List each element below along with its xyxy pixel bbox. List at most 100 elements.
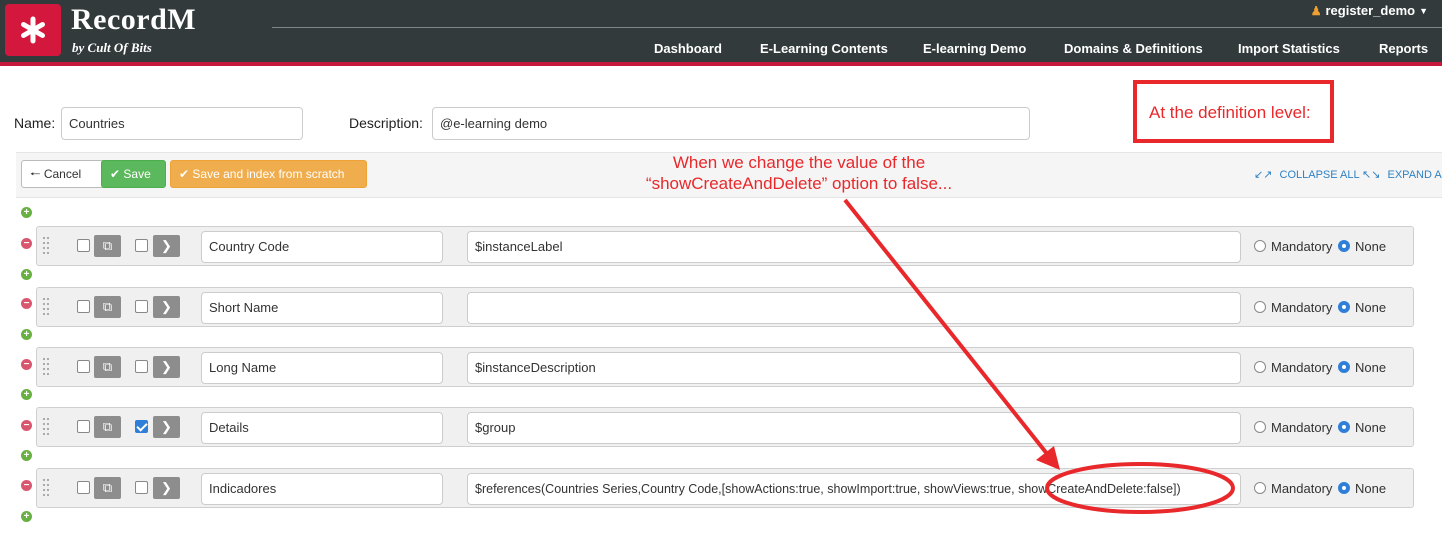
save-index-button[interactable]: ✔ Save and index from scratch [170,160,367,188]
field-row: ⧉ ❯ Short Name Mandatory None [36,287,1414,327]
none-label: None [1355,420,1387,435]
collapse-all-label: COLLAPSE ALL [1279,169,1360,181]
caret-down-icon: ▼ [1419,5,1428,16]
none-label: None [1355,239,1387,254]
none-radio[interactable] [1338,361,1350,373]
field-name-input[interactable]: Details [201,412,443,444]
mandatory-label: Mandatory [1271,420,1333,435]
row-expand-checkbox[interactable] [135,481,148,494]
cancel-button[interactable]: 🠐 Cancel [21,160,110,188]
none-radio[interactable] [1338,240,1350,252]
add-field-icon[interactable]: + [21,511,32,522]
name-label: Name: [14,115,56,131]
copy-icon[interactable]: ⧉ [94,416,121,438]
nav-reports[interactable]: Reports [1379,41,1428,56]
field-name-input[interactable]: Long Name [201,352,443,384]
none-radio[interactable] [1338,482,1350,494]
drag-handle-icon[interactable] [43,298,51,316]
none-radio[interactable] [1338,301,1350,313]
field-row: ⧉ ❯ Indicadores $references(Countries Se… [36,468,1414,508]
annotation-line-1: When we change the value of the [672,153,926,172]
field-name-input[interactable]: Short Name [201,292,443,324]
nav-import-statistics[interactable]: Import Statistics [1238,41,1340,56]
collapse-arrows-icon: ↙↗ [1254,169,1273,181]
row-checkbox[interactable] [77,481,90,494]
header-divider [272,27,1442,28]
add-field-icon[interactable]: + [21,389,32,400]
cancel-label: Cancel [43,167,82,181]
chevron-right-icon[interactable]: ❯ [153,356,180,378]
remove-field-icon[interactable]: − [21,298,32,309]
drag-handle-icon[interactable] [43,479,51,497]
field-description-input[interactable] [467,292,1241,324]
copy-icon[interactable]: ⧉ [94,356,121,378]
field-description-input[interactable]: $instanceDescription [467,352,1241,384]
description-input[interactable]: @e-learning demo [432,107,1030,140]
mandatory-radio[interactable] [1254,301,1266,313]
brand-name: RecordM [71,3,197,36]
arrow-left-icon: 🠐 [30,167,41,181]
mandatory-label: Mandatory [1271,360,1333,375]
field-name-input[interactable]: Country Code [201,231,443,263]
copy-icon[interactable]: ⧉ [94,296,121,318]
expand-arrows-icon: ↖↘ [1362,169,1381,181]
add-field-icon[interactable]: + [21,269,32,280]
description-label: Description: [349,115,423,131]
row-expand-checkbox[interactable] [135,360,148,373]
mandatory-radio[interactable] [1254,240,1266,252]
remove-field-icon[interactable]: − [21,480,32,491]
row-expand-checkbox[interactable] [135,239,148,252]
annotation-text: When we change the value of the “showCre… [604,152,994,194]
add-field-icon[interactable]: + [21,207,32,218]
remove-field-icon[interactable]: − [21,359,32,370]
copy-icon[interactable]: ⧉ [94,235,121,257]
mandatory-radio[interactable] [1254,482,1266,494]
app-header: RecordM by Cult Of Bits ♟ register_demo … [0,0,1442,66]
expand-all-link[interactable]: ↖↘ EXPAND ALL [1362,168,1442,181]
none-label: None [1355,300,1387,315]
annotation-box: At the definition level: [1133,80,1334,143]
add-field-icon[interactable]: + [21,450,32,461]
user-menu[interactable]: ♟ register_demo ▼ [1311,3,1428,18]
annotation-line-2: “showCreateAndDelete” option to false... [645,174,953,193]
check-icon: ✔ [179,167,190,181]
drag-handle-icon[interactable] [43,237,51,255]
chevron-right-icon[interactable]: ❯ [153,296,180,318]
row-expand-checkbox[interactable] [135,300,148,313]
row-expand-checkbox[interactable] [135,420,148,433]
chevron-right-icon[interactable]: ❯ [153,477,180,499]
add-field-icon[interactable]: + [21,329,32,340]
save-index-label: Save and index from scratch [192,167,345,181]
nav-domains-definitions[interactable]: Domains & Definitions [1064,41,1203,56]
row-checkbox[interactable] [77,360,90,373]
drag-handle-icon[interactable] [43,418,51,436]
row-checkbox[interactable] [77,300,90,313]
drag-handle-icon[interactable] [43,358,51,376]
nav-elearning-contents[interactable]: E-Learning Contents [760,41,888,56]
save-label: Save [123,167,151,181]
mandatory-label: Mandatory [1271,239,1333,254]
row-checkbox[interactable] [77,420,90,433]
row-checkbox[interactable] [77,239,90,252]
none-label: None [1355,360,1387,375]
annotation-box-text: At the definition level: [1149,103,1311,122]
field-row: ⧉ ❯ Country Code $instanceLabel Mandator… [36,226,1414,266]
name-input[interactable]: Countries [61,107,303,140]
field-description-input[interactable]: $instanceLabel [467,231,1241,263]
collapse-all-link[interactable]: ↙↗ COLLAPSE ALL [1254,168,1360,181]
save-button[interactable]: ✔ Save [101,160,166,188]
nav-dashboard[interactable]: Dashboard [654,41,722,56]
remove-field-icon[interactable]: − [21,420,32,431]
chevron-right-icon[interactable]: ❯ [153,416,180,438]
check-icon: ✔ [110,167,121,181]
field-description-input[interactable]: $references(Countries Series,Country Cod… [467,473,1241,505]
field-description-input[interactable]: $group [467,412,1241,444]
field-name-input[interactable]: Indicadores [201,473,443,505]
copy-icon[interactable]: ⧉ [94,477,121,499]
none-radio[interactable] [1338,421,1350,433]
chevron-right-icon[interactable]: ❯ [153,235,180,257]
mandatory-radio[interactable] [1254,361,1266,373]
mandatory-radio[interactable] [1254,421,1266,433]
remove-field-icon[interactable]: − [21,238,32,249]
nav-elearning-demo[interactable]: E-learning Demo [923,41,1026,56]
